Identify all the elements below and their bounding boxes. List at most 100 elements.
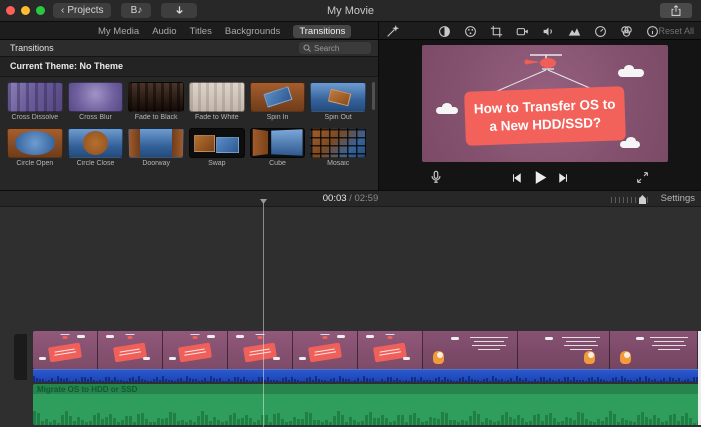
tab-audio[interactable]: Audio	[152, 26, 176, 37]
transition-item-cross-blur: Cross Blur	[68, 82, 124, 121]
tab-my-media[interactable]: My Media	[98, 26, 139, 37]
mini-cloud	[169, 357, 176, 360]
play-button[interactable]	[532, 169, 549, 186]
timeline-zoom-slider[interactable]	[611, 197, 651, 203]
color-correction-icon[interactable]	[464, 25, 477, 38]
close-window-button[interactable]	[6, 6, 15, 15]
minimize-window-button[interactable]	[21, 6, 30, 15]
mini-cloud	[207, 335, 215, 338]
app-window: ‹ Projects B♪ My Movie My MediaAudioTitl…	[0, 0, 701, 427]
projects-button[interactable]: ‹ Projects	[53, 3, 111, 18]
transition-item-circle-close: Circle Close	[68, 128, 124, 167]
projects-button-label: Projects	[67, 5, 103, 16]
stabilization-icon[interactable]	[516, 25, 529, 38]
mini-cloud	[366, 335, 374, 338]
skip-back-button[interactable]	[511, 172, 523, 184]
noise-reduction-icon[interactable]	[568, 25, 581, 38]
video-clip-segment[interactable]	[358, 331, 423, 369]
transition-shape	[129, 129, 140, 157]
mini-text-block	[558, 334, 604, 350]
volume-icon[interactable]	[542, 25, 555, 38]
video-clip-segment[interactable]	[98, 331, 163, 369]
video-clip-segment[interactable]	[423, 331, 518, 369]
audio-waveform	[33, 410, 698, 425]
media-tabs: My Media Audio Titles Backgrounds Transition…	[98, 22, 351, 40]
transition-item-fade-to-white: Fade to White	[189, 82, 245, 121]
transition-thumb-cross-blur[interactable]	[68, 82, 124, 112]
tab-backgrounds[interactable]: Backgrounds	[225, 26, 280, 37]
enhance-wand-icon[interactable]	[386, 25, 399, 38]
mini-cloud	[143, 357, 150, 360]
transition-item-spin-in: Spin In	[250, 82, 306, 121]
transition-thumb-circle-close[interactable]	[68, 128, 124, 158]
transition-label: Doorway	[128, 160, 184, 167]
tab-titles[interactable]: Titles	[190, 26, 212, 37]
transition-thumb-cube[interactable]	[250, 128, 306, 158]
viewer-pane: How to Transfer OS to a New HDD/SSD?	[379, 40, 701, 190]
preview-canvas: How to Transfer OS to a New HDD/SSD?	[422, 45, 668, 162]
transition-thumb-fade-to-black[interactable]	[128, 82, 184, 112]
reset-all-button[interactable]: Reset All	[658, 26, 694, 36]
timecode-display: 00:03 / 02:59	[0, 191, 701, 207]
transition-item-cube: Cube	[250, 128, 306, 167]
share-button[interactable]	[660, 3, 692, 18]
timecode-total: / 02:59	[349, 193, 378, 204]
video-clip-segment[interactable]	[293, 331, 358, 369]
mini-text-block	[646, 334, 692, 350]
mini-cloud	[106, 335, 114, 338]
video-clip-segment[interactable]	[33, 331, 98, 369]
mini-cloud	[636, 337, 644, 340]
mini-helicopter	[321, 334, 330, 339]
tab-transitions[interactable]: Transitions	[293, 25, 351, 38]
video-clip-segment[interactable]	[228, 331, 293, 369]
speed-icon[interactable]	[594, 25, 607, 38]
transition-label: Spin Out	[310, 114, 366, 121]
search-field[interactable]	[299, 42, 371, 54]
transition-shape	[172, 129, 183, 157]
crop-icon[interactable]	[490, 25, 503, 38]
browser-header: Transitions	[0, 40, 378, 57]
mini-sign	[373, 343, 407, 363]
timeline-area[interactable]: Migrate OS to HDD or SSD	[0, 207, 701, 427]
transition-thumb-circle-open[interactable]	[7, 128, 63, 158]
playhead[interactable]	[263, 200, 264, 427]
transition-thumb-spin-out[interactable]	[310, 82, 366, 112]
info-icon[interactable]	[646, 25, 659, 38]
transition-thumb-fade-to-white[interactable]	[189, 82, 245, 112]
transition-thumb-swap[interactable]	[189, 128, 245, 158]
timeline-settings-button[interactable]: Settings	[661, 191, 695, 207]
video-clip-segment[interactable]	[518, 331, 610, 369]
background-audio-clip[interactable]: Migrate OS to HDD or SSD	[33, 384, 698, 425]
transition-thumb-mosaic[interactable]	[310, 128, 366, 158]
skip-forward-button[interactable]	[558, 172, 570, 184]
fullscreen-button[interactable]	[636, 171, 649, 184]
video-audio-strip[interactable]	[33, 369, 698, 382]
video-clip-segment[interactable]	[163, 331, 228, 369]
import-media-button[interactable]	[161, 3, 197, 18]
zoom-slider-thumb[interactable]	[639, 195, 646, 204]
chevron-left-icon: ‹	[61, 5, 64, 16]
browser-scrollbar[interactable]	[372, 82, 375, 110]
color-balance-icon[interactable]	[438, 25, 451, 38]
clip-filter-icon[interactable]	[620, 25, 633, 38]
transition-label: Spin In	[250, 114, 306, 121]
mini-cloud	[77, 335, 85, 338]
video-track[interactable]	[33, 331, 698, 369]
zoom-window-button[interactable]	[36, 6, 45, 15]
media-style-button[interactable]: B♪	[121, 3, 151, 18]
mini-cloud	[545, 337, 553, 340]
mini-cloud	[337, 335, 345, 338]
transition-thumb-doorway[interactable]	[128, 128, 184, 158]
video-clip-segment[interactable]	[610, 331, 698, 369]
playback-bar	[379, 167, 701, 190]
down-arrow-icon	[174, 5, 185, 16]
voiceover-mic-button[interactable]	[429, 170, 443, 184]
transition-item-cross-dissolve: Cross Dissolve	[7, 82, 63, 121]
transition-shape	[216, 137, 238, 153]
mini-character	[584, 351, 595, 364]
transition-thumb-spin-in[interactable]	[250, 82, 306, 112]
transition-thumb-cross-dissolve[interactable]	[7, 82, 63, 112]
mini-character	[620, 351, 631, 364]
search-input[interactable]	[314, 44, 367, 53]
timeline-header: 00:03 / 02:59 Settings	[0, 190, 701, 207]
